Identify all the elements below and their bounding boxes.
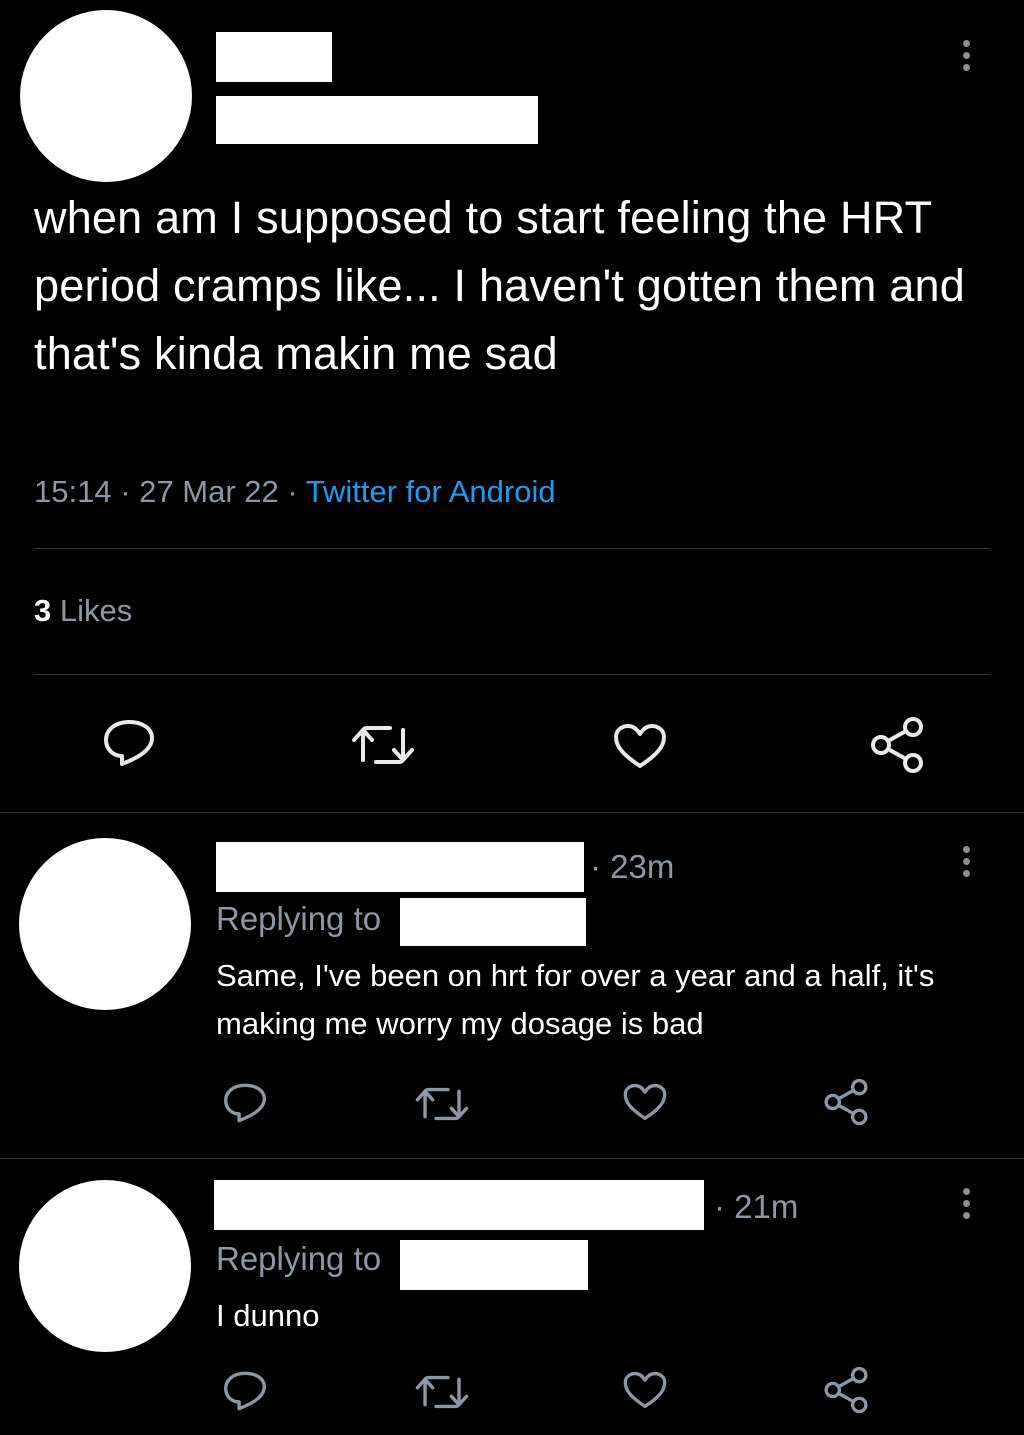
meta-separator: · — [120, 474, 131, 509]
retweet-icon[interactable] — [350, 722, 416, 768]
reply-avatar[interactable] — [19, 1180, 191, 1352]
reply-author-name-redacted[interactable] — [214, 1180, 704, 1230]
tweet-time: 15:14 — [34, 474, 112, 509]
share-icon[interactable] — [822, 1078, 870, 1126]
likes-count[interactable]: 3 Likes — [34, 593, 132, 629]
author-avatar[interactable] — [20, 10, 192, 182]
reply-text: I dunno — [216, 1298, 320, 1333]
share-icon[interactable] — [822, 1366, 870, 1414]
share-icon[interactable] — [868, 716, 926, 774]
divider — [34, 548, 990, 549]
retweet-icon[interactable] — [414, 1084, 470, 1124]
more-options-icon[interactable] — [962, 846, 970, 877]
divider — [0, 1158, 1024, 1159]
retweet-icon[interactable] — [414, 1372, 470, 1412]
heart-icon[interactable] — [612, 722, 668, 770]
replying-to-label: Replying to — [216, 1240, 382, 1277]
reply-icon[interactable] — [222, 1082, 268, 1124]
replying-to-handle-redacted[interactable] — [400, 898, 586, 946]
reply-text: Same, I've been on hrt for over a year a… — [216, 958, 935, 1041]
more-options-icon[interactable] — [962, 40, 970, 71]
reply-time[interactable]: · 23m — [590, 848, 674, 886]
heart-icon[interactable] — [622, 1370, 668, 1410]
meta-separator: · — [287, 474, 298, 509]
replying-to-label: Replying to — [216, 900, 382, 937]
reply-icon[interactable] — [222, 1370, 268, 1412]
reply-author-name-redacted[interactable] — [216, 842, 584, 892]
replying-to-handle-redacted[interactable] — [400, 1240, 588, 1290]
divider — [0, 812, 1024, 813]
reply-time[interactable]: · 21m — [714, 1188, 798, 1226]
divider — [34, 674, 990, 675]
reply-icon[interactable] — [102, 718, 156, 768]
reply-avatar[interactable] — [19, 838, 191, 1010]
more-options-icon[interactable] — [962, 1188, 970, 1219]
tweet-text: when am I supposed to start feeling the … — [34, 192, 965, 379]
tweet-date: 27 Mar 22 — [139, 474, 279, 509]
likes-number: 3 — [34, 593, 52, 628]
heart-icon[interactable] — [622, 1082, 668, 1122]
likes-label: Likes — [59, 593, 133, 628]
author-display-name-redacted[interactable] — [216, 32, 332, 82]
tweet-meta: 15:14 · 27 Mar 22 · Twitter for Android — [34, 474, 556, 510]
tweet-source-link[interactable]: Twitter for Android — [306, 474, 556, 509]
author-handle-redacted[interactable] — [216, 96, 538, 144]
